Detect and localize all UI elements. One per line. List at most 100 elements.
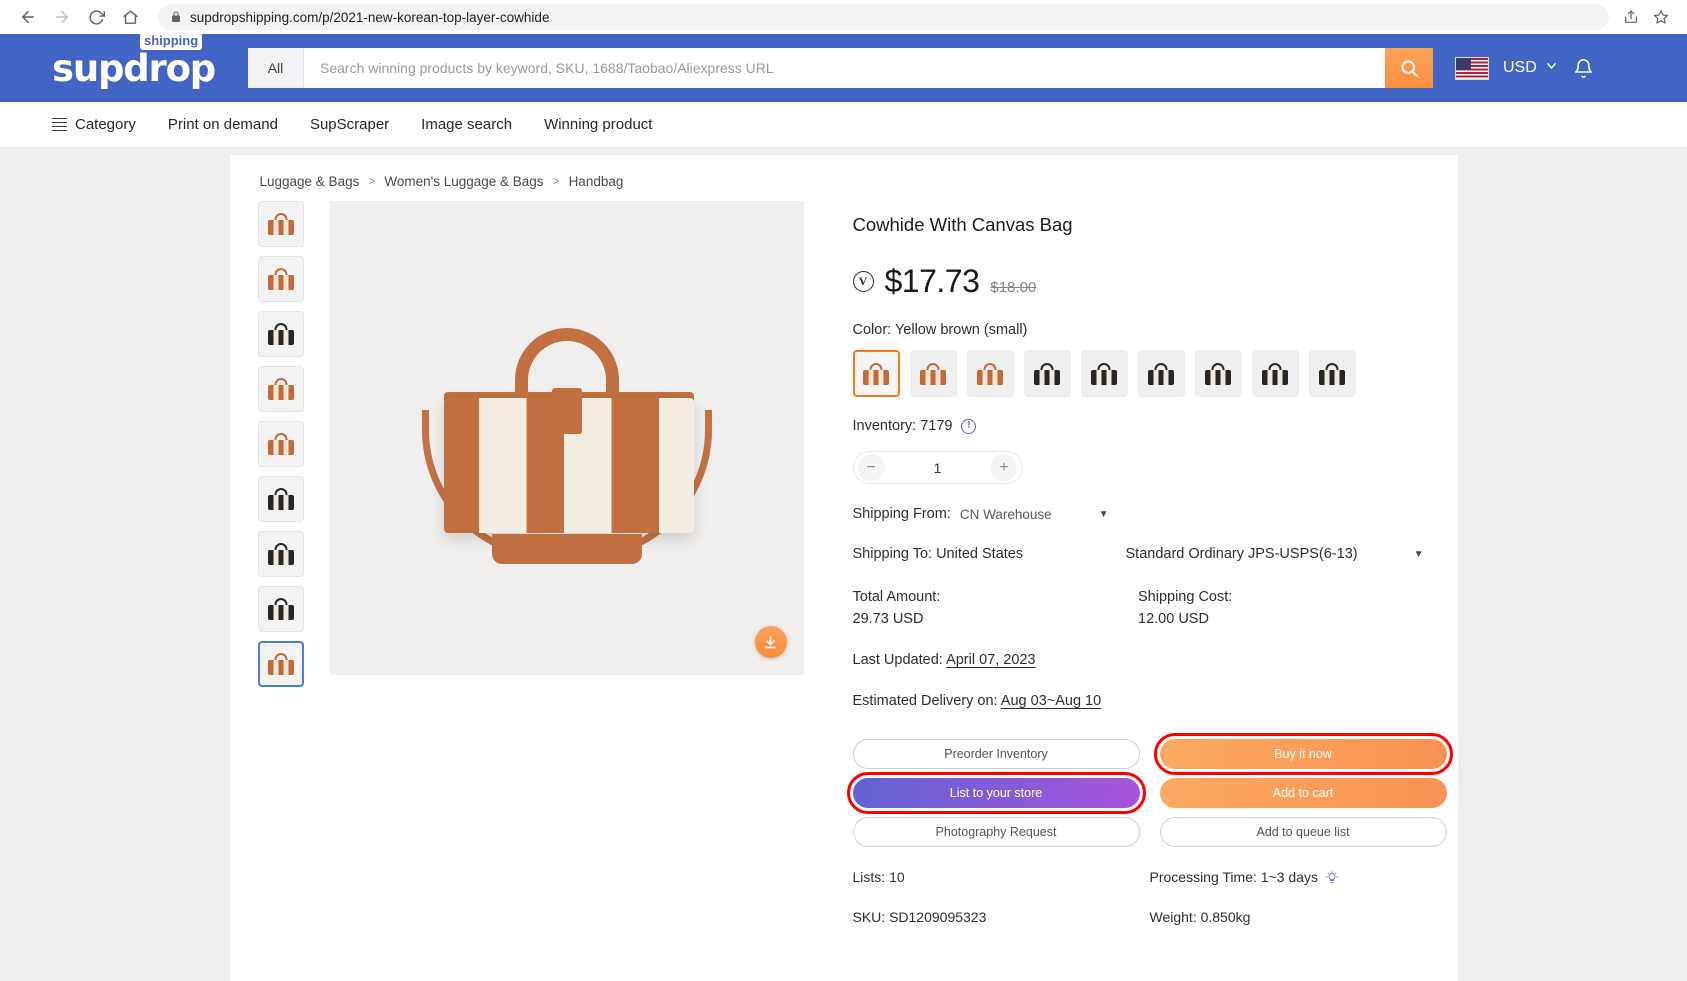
- total-amount-block: Total Amount: 29.73 USD: [853, 589, 1139, 627]
- color-swatch-7[interactable]: [1194, 350, 1242, 398]
- add-to-cart-button[interactable]: Add to cart: [1159, 778, 1447, 809]
- shipping-method-value: Standard Ordinary JPS-USPS(6-13): [1125, 546, 1358, 563]
- lists-count: Lists: 10: [852, 869, 905, 886]
- color-label: Color: Yellow brown (small): [852, 322, 1028, 339]
- thumbnail-gallery: [257, 201, 308, 925]
- shipping-cost-label: Shipping Cost:: [1138, 589, 1233, 606]
- back-button[interactable]: [14, 3, 42, 31]
- product-meta: Lists: 10 Processing Time: 1~3 days SKU:…: [853, 869, 1424, 925]
- color-swatch-9[interactable]: [1308, 350, 1356, 398]
- add-to-queue-list-button[interactable]: Add to queue list: [1159, 817, 1447, 848]
- total-amount-value: 29.73 USD: [852, 611, 924, 628]
- chevron-down-icon: [1544, 58, 1559, 78]
- thumbnail-9[interactable]: [257, 641, 304, 687]
- thumbnail-1[interactable]: [257, 201, 304, 247]
- thumbnail-6[interactable]: [257, 476, 304, 522]
- total-amount-label: Total Amount:: [852, 589, 941, 606]
- product-illustration: [402, 288, 732, 588]
- download-icon[interactable]: [754, 626, 787, 658]
- search-bar: All: [248, 48, 1433, 88]
- site-logo[interactable]: supdrop shipping: [52, 32, 224, 87]
- color-swatch-6[interactable]: [1137, 350, 1185, 398]
- processing-time-label: Processing Time: 1~3 days: [1149, 869, 1318, 886]
- preorder-inventory-button[interactable]: Preorder Inventory: [852, 739, 1140, 770]
- inventory-row: Inventory: 7179 !: [853, 418, 1424, 434]
- list-to-your-store-button[interactable]: List to your store: [846, 772, 1146, 815]
- buy-it-now-button[interactable]: Buy it now: [1153, 733, 1453, 776]
- processing-time: Processing Time: 1~3 days: [1150, 869, 1447, 885]
- currency-selector[interactable]: USD: [1503, 58, 1559, 78]
- breadcrumb-item-1[interactable]: Luggage & Bags: [260, 174, 360, 189]
- url-text: supdropshipping.com/p/2021-new-korean-to…: [190, 9, 550, 25]
- original-price: $18.00: [990, 279, 1037, 297]
- notification-bell-icon[interactable]: [1573, 58, 1594, 79]
- color-swatch-5[interactable]: [1080, 350, 1128, 398]
- page-body: Luggage & Bags > Women's Luggage & Bags …: [0, 148, 1687, 981]
- inventory-label: Inventory: 7179: [852, 418, 953, 435]
- chevron-down-icon[interactable]: ▼: [1099, 509, 1109, 520]
- home-button[interactable]: [116, 3, 144, 31]
- reload-button[interactable]: [82, 3, 110, 31]
- forward-button[interactable]: [48, 3, 76, 31]
- breadcrumb-item-2[interactable]: Women's Luggage & Bags: [384, 174, 543, 189]
- header-right-actions: USD: [1455, 56, 1594, 80]
- site-header: supdrop shipping All USD: [0, 32, 1687, 102]
- nav-item-supscraper[interactable]: SupScraper: [310, 116, 389, 133]
- info-icon[interactable]: !: [961, 418, 977, 434]
- logo-badge: shipping: [140, 32, 203, 50]
- last-updated-row: Last Updated: April 07, 2023: [853, 652, 1424, 668]
- thumbnail-4[interactable]: [257, 366, 304, 412]
- search-button[interactable]: [1385, 48, 1433, 88]
- nav-item-category[interactable]: Category: [52, 116, 136, 133]
- us-flag-icon: [1455, 56, 1489, 80]
- address-bar[interactable]: supdropshipping.com/p/2021-new-korean-to…: [158, 4, 1609, 30]
- estimated-delivery-row: Estimated Delivery on: Aug 03~Aug 10: [853, 693, 1424, 709]
- estimated-delivery-value: Aug 03~Aug 10: [1000, 693, 1102, 710]
- search-input[interactable]: [304, 48, 1385, 88]
- color-swatch-4[interactable]: [1023, 350, 1071, 398]
- shipping-cost-value: 12.00 USD: [1138, 611, 1209, 628]
- sku-value: SKU: SD1209095323: [852, 909, 987, 926]
- shipping-cost-block: Shipping Cost: 12.00 USD: [1138, 589, 1424, 627]
- browser-actions: [1623, 9, 1673, 25]
- current-price: $17.73: [884, 263, 980, 300]
- thumbnail-5[interactable]: [257, 421, 304, 467]
- search-category-selector[interactable]: All: [248, 48, 304, 88]
- bookmark-star-icon[interactable]: [1653, 9, 1669, 25]
- currency-label: USD: [1503, 59, 1537, 76]
- color-swatch-8[interactable]: [1251, 350, 1299, 398]
- main-navigation: Category Print on demand SupScraper Imag…: [0, 102, 1687, 148]
- quantity-increase-button[interactable]: +: [990, 454, 1018, 482]
- thumbnail-3[interactable]: [257, 311, 304, 357]
- thumbnail-2[interactable]: [257, 256, 304, 302]
- product-area: Cowhide With Canvas Bag V $17.73 $18.00 …: [230, 193, 1458, 925]
- action-buttons: Preorder Inventory Buy it now List to yo…: [846, 733, 1453, 848]
- quantity-value[interactable]: 1: [934, 460, 942, 476]
- color-swatch-2[interactable]: [909, 350, 957, 398]
- thumbnail-7[interactable]: [257, 531, 304, 577]
- shipping-from-row: Shipping From: CN Warehouse ▼: [853, 506, 1424, 522]
- chevron-down-icon: ▼: [1413, 548, 1424, 560]
- share-icon[interactable]: [1623, 9, 1639, 25]
- shipping-from-label: Shipping From:: [852, 506, 951, 523]
- nav-item-image-search[interactable]: Image search: [421, 116, 512, 133]
- estimated-delivery-label: Estimated Delivery on:: [852, 693, 998, 710]
- nav-item-winning-product[interactable]: Winning product: [544, 116, 652, 133]
- last-updated-value: April 07, 2023: [946, 652, 1036, 669]
- breadcrumb-item-3[interactable]: Handbag: [569, 174, 624, 189]
- shipping-method-selector[interactable]: Standard Ordinary JPS-USPS(6-13) ▼: [1126, 546, 1424, 562]
- breadcrumb: Luggage & Bags > Women's Luggage & Bags …: [230, 169, 1458, 193]
- weight-value: Weight: 0.850kg: [1149, 909, 1251, 926]
- thumbnail-8[interactable]: [257, 586, 304, 632]
- breadcrumb-separator: >: [552, 174, 560, 188]
- price-row: V $17.73 $18.00: [852, 263, 1424, 300]
- nav-item-print-on-demand[interactable]: Print on demand: [168, 116, 278, 133]
- color-swatch-3[interactable]: [966, 350, 1014, 398]
- shipping-to-row: Shipping To: United States Standard Ordi…: [853, 546, 1424, 562]
- photography-request-button[interactable]: Photography Request: [852, 817, 1140, 848]
- shipping-from-value: CN Warehouse: [959, 506, 1052, 522]
- breadcrumb-separator: >: [368, 174, 376, 188]
- color-swatch-1[interactable]: [852, 350, 900, 398]
- quantity-decrease-button[interactable]: −: [857, 454, 885, 482]
- product-info: Cowhide With Canvas Bag V $17.73 $18.00 …: [826, 201, 1458, 925]
